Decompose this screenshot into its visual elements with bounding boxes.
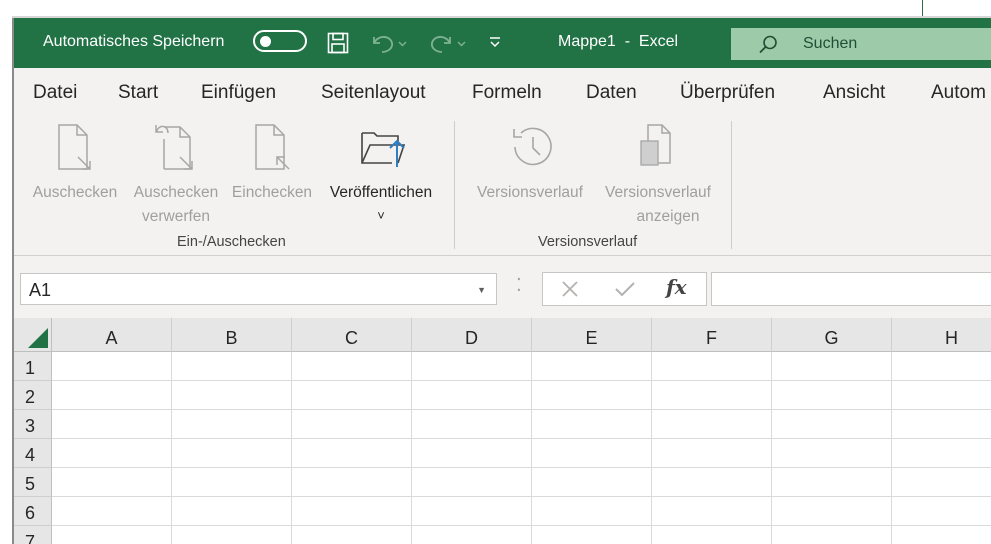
- column-header-c[interactable]: C: [292, 318, 412, 352]
- column-header-b[interactable]: B: [172, 318, 292, 352]
- row-header-6[interactable]: 6: [14, 497, 52, 526]
- name-box-dropdown-icon[interactable]: ▼: [477, 285, 486, 295]
- discard-check-out-button[interactable]: Auschecken verwerfen: [128, 115, 224, 229]
- version-history-button[interactable]: Versionsverlauf: [468, 115, 592, 205]
- row-header-3[interactable]: 3: [14, 410, 52, 439]
- search-box[interactable]: Suchen: [731, 28, 991, 60]
- column-gridline: [411, 352, 412, 544]
- autosave-toggle[interactable]: [253, 30, 307, 52]
- search-placeholder: Suchen: [803, 35, 858, 52]
- tab-seitenlayout[interactable]: Seitenlayout: [321, 82, 426, 104]
- excel-window: Automatisches Speichern Mappe1 - Excel S…: [12, 18, 991, 544]
- tab-start[interactable]: Start: [118, 82, 158, 104]
- formula-bar-resize-handle[interactable]: ⁚: [516, 276, 522, 294]
- tab-ansicht[interactable]: Ansicht: [823, 82, 885, 104]
- save-icon[interactable]: [326, 31, 350, 60]
- formula-buttons: fx: [542, 272, 707, 306]
- publish-label: Veröffentlichen: [329, 184, 433, 201]
- row-header-2[interactable]: 2: [14, 381, 52, 410]
- formula-bar: A1 ▼ ⁚ fx: [14, 266, 991, 318]
- column-header-g[interactable]: G: [772, 318, 892, 352]
- tab-daten[interactable]: Daten: [586, 82, 637, 104]
- formula-input[interactable]: [711, 272, 991, 306]
- insert-function-icon[interactable]: fx: [666, 275, 687, 299]
- row-header-5[interactable]: 5: [14, 468, 52, 497]
- view-version-history-icon: [596, 115, 720, 181]
- undo-icon[interactable]: [368, 31, 408, 60]
- row-gridline: [52, 409, 991, 410]
- column-gridline: [531, 352, 532, 544]
- row-gridline: [52, 380, 991, 381]
- redo-icon[interactable]: [424, 31, 470, 60]
- check-out-label: Auschecken: [32, 184, 118, 201]
- worksheet-grid: A B C D E F G H 1 2 3 4 5 6 7: [14, 318, 991, 544]
- title-bar: Automatisches Speichern Mappe1 - Excel S…: [14, 18, 991, 68]
- tab-einfuegen[interactable]: Einfügen: [201, 82, 276, 104]
- check-in-label: Einchecken: [231, 184, 313, 201]
- select-all-button[interactable]: [14, 318, 52, 352]
- check-out-button[interactable]: Auschecken: [28, 115, 122, 205]
- row-header-1[interactable]: 1: [14, 352, 52, 381]
- column-gridline: [771, 352, 772, 544]
- ribbon-panel: Auschecken Auschecken verwerfen Eincheck…: [14, 115, 991, 256]
- column-header-e[interactable]: E: [532, 318, 652, 352]
- column-gridline: [651, 352, 652, 544]
- row-gridline: [52, 496, 991, 497]
- publish-button[interactable]: Veröffentlichen ˅: [320, 115, 442, 227]
- tab-automatisieren[interactable]: Autom: [931, 82, 986, 104]
- tab-ueberpruefen[interactable]: Überprüfen: [680, 82, 775, 104]
- column-header-h[interactable]: H: [892, 318, 991, 352]
- group-separator: [454, 121, 455, 249]
- autosave-label: Automatisches Speichern: [43, 33, 225, 50]
- check-in-icon: [227, 115, 317, 181]
- column-gridline: [891, 352, 892, 544]
- discard-check-out-label-2: verwerfen: [141, 208, 211, 225]
- group-separator: [731, 121, 732, 249]
- check-in-button[interactable]: Einchecken: [227, 115, 317, 205]
- column-header-d[interactable]: D: [412, 318, 532, 352]
- row-gridline: [52, 525, 991, 526]
- discard-check-out-icon: [128, 115, 224, 181]
- view-version-history-label-2: anzeigen: [636, 208, 700, 225]
- version-history-icon: [468, 115, 592, 181]
- tab-datei[interactable]: Datei: [33, 82, 77, 104]
- search-icon: [757, 34, 779, 61]
- cell-a1[interactable]: [52, 352, 172, 381]
- enter-icon[interactable]: [614, 280, 636, 303]
- name-box-value: A1: [29, 280, 52, 300]
- row-header-4[interactable]: 4: [14, 439, 52, 468]
- view-version-history-button[interactable]: Versionsverlauf anzeigen: [596, 115, 720, 229]
- check-out-icon: [28, 115, 122, 181]
- customize-quick-access-icon[interactable]: [488, 36, 502, 55]
- publish-icon: [320, 115, 442, 181]
- column-header-f[interactable]: F: [652, 318, 772, 352]
- row-gridline: [52, 438, 991, 439]
- version-history-label: Versionsverlauf: [477, 184, 583, 201]
- group-label-checkin: Ein-/Auschecken: [177, 234, 286, 250]
- ribbon-tabs: Datei Start Einfügen Seitenlayout Formel…: [14, 68, 991, 115]
- name-box[interactable]: A1 ▼: [20, 273, 497, 305]
- cancel-icon[interactable]: [561, 280, 579, 303]
- group-label-versions: Versionsverlauf: [538, 234, 638, 250]
- window-edge-mark: [922, 0, 923, 16]
- publish-dropdown-chevron[interactable]: ˅: [320, 205, 442, 227]
- row-header-7[interactable]: 7: [14, 526, 52, 544]
- row-gridline: [52, 467, 991, 468]
- tab-formeln[interactable]: Formeln: [472, 82, 542, 104]
- toggle-knob: [260, 36, 271, 47]
- document-title: Mappe1 - Excel: [558, 33, 679, 50]
- column-gridline: [291, 352, 292, 544]
- column-header-a[interactable]: A: [52, 318, 172, 352]
- view-version-history-label-1: Versionsverlauf: [605, 184, 711, 201]
- discard-check-out-label-1: Auschecken: [133, 184, 219, 201]
